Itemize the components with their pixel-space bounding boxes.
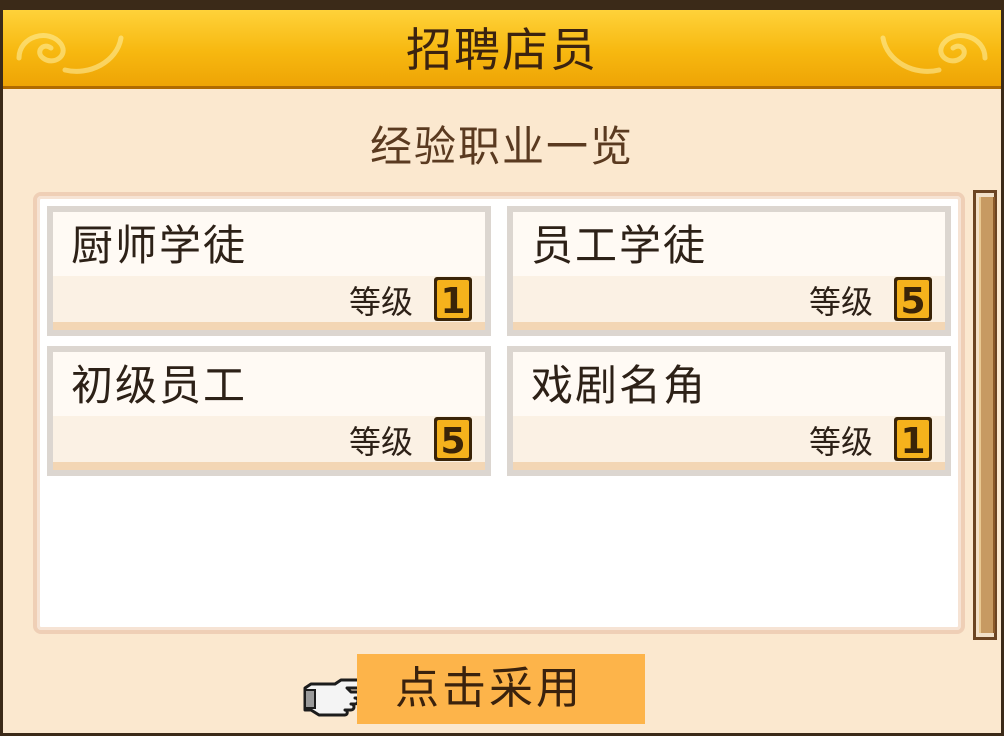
level-badge-number: 5 [900, 281, 925, 322]
recruit-dialog: 招聘店员 经验职业一览 厨师学徒 等级 1 员工学徒 等级 5 初级员工 等级 … [0, 0, 1004, 736]
job-list: 厨师学徒 等级 1 员工学徒 等级 5 初级员工 等级 5 戏剧名角 等级 1 [33, 192, 965, 634]
job-card-body: 员工学徒 等级 5 [513, 212, 945, 330]
job-card-bottom-strip [53, 322, 485, 330]
list-scrollbar[interactable] [973, 190, 997, 640]
job-card-body: 初级员工 等级 5 [53, 352, 485, 470]
level-label: 等级 [808, 283, 873, 321]
adopt-button-label: 点击采用 [395, 663, 583, 714]
level-badge-number: 1 [440, 281, 465, 322]
adopt-button[interactable]: 点击采用 [357, 654, 645, 724]
job-card-bottom-strip [513, 462, 945, 470]
scroll-thumb[interactable] [979, 197, 995, 633]
level-badge-icon: 1 [894, 417, 932, 462]
job-card[interactable]: 员工学徒 等级 5 [507, 206, 951, 336]
level-badge-icon: 5 [434, 417, 472, 462]
dialog-title: 招聘店员 [406, 23, 598, 77]
job-name: 戏剧名角 [531, 361, 708, 410]
job-card-body: 戏剧名角 等级 1 [513, 352, 945, 470]
job-card-body: 厨师学徒 等级 1 [53, 212, 485, 330]
job-name: 员工学徒 [531, 221, 708, 270]
job-card-bottom-strip [513, 322, 945, 330]
job-list-heading: 经验职业一览 [369, 122, 634, 171]
level-badge-number: 5 [440, 421, 465, 462]
job-name: 厨师学徒 [71, 221, 248, 270]
cloud-swirl-ornament-icon [880, 33, 988, 74]
job-card[interactable]: 初级员工 等级 5 [47, 346, 491, 476]
job-card[interactable]: 厨师学徒 等级 1 [47, 206, 491, 336]
level-badge-number: 1 [900, 421, 925, 462]
job-name: 初级员工 [71, 361, 248, 410]
level-label: 等级 [348, 423, 413, 461]
job-card[interactable]: 戏剧名角 等级 1 [507, 346, 951, 476]
title-bar: 招聘店员 [3, 10, 1001, 89]
level-label: 等级 [348, 283, 413, 321]
level-badge-icon: 1 [434, 277, 472, 322]
job-card-bottom-strip [53, 462, 485, 470]
level-badge-icon: 5 [894, 277, 932, 322]
level-label: 等级 [808, 423, 873, 461]
